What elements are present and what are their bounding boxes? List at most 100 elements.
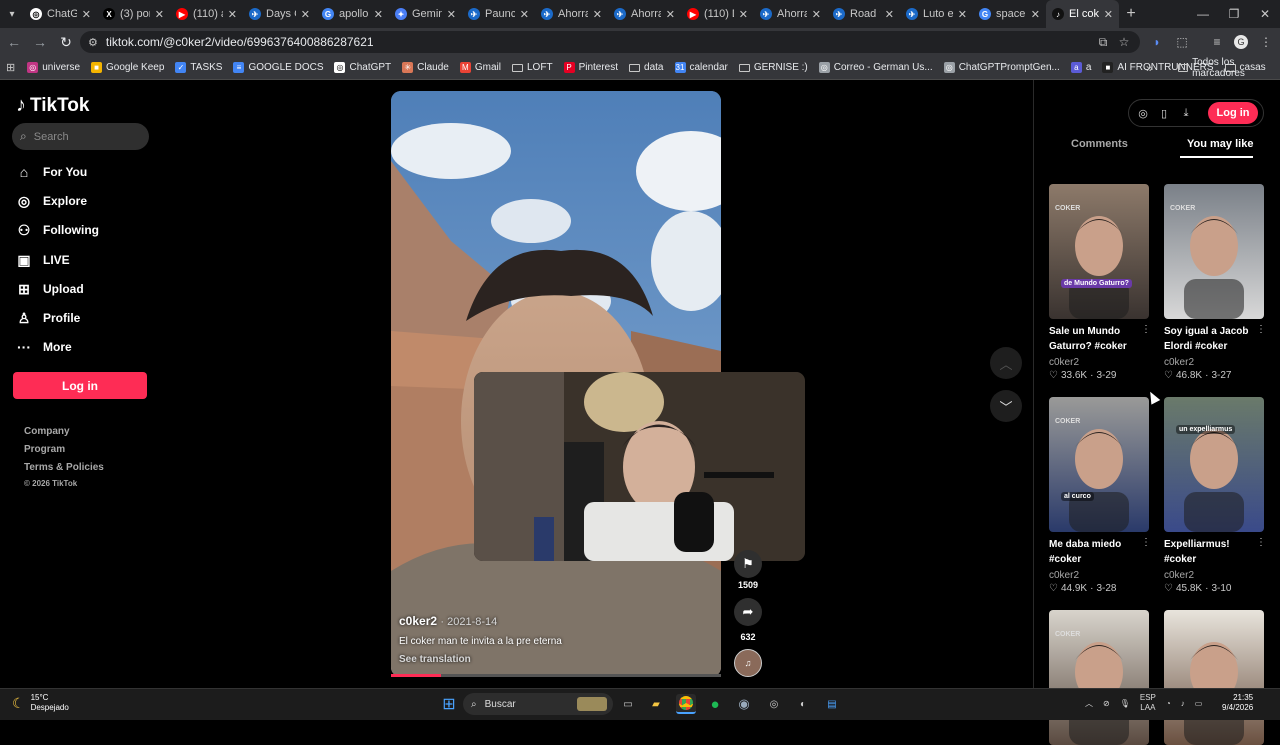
volume-icon[interactable]: ♪: [1181, 699, 1185, 708]
close-tab-icon[interactable]: ✕: [812, 8, 821, 21]
close-tab-icon[interactable]: ✕: [1104, 8, 1113, 21]
card-more-icon[interactable]: ⋮: [1256, 324, 1266, 335]
browser-tab[interactable]: ✈ Road 9 ✕: [827, 0, 900, 28]
video-thumbnail[interactable]: COKER de Mundo Gaturro?: [1049, 184, 1149, 319]
browser-tab[interactable]: Gspace c ✕: [973, 0, 1046, 28]
card-title[interactable]: Sale un Mundo Gaturro? #coker: [1049, 324, 1144, 354]
bookmark-item[interactable]: GERNISE :): [738, 62, 808, 73]
bookmark-item[interactable]: LOFT: [512, 62, 553, 73]
card-more-icon[interactable]: ⋮: [1141, 324, 1151, 335]
video-thumbnail[interactable]: COKER al curco: [1049, 397, 1149, 532]
battery-icon[interactable]: ▭: [1195, 699, 1203, 708]
wifi-icon[interactable]: ◔: [1166, 699, 1171, 708]
back-arrow-icon[interactable]: ←: [2, 30, 26, 54]
browser-tab[interactable]: ✈ Paunch ✕: [462, 0, 535, 28]
browser-tab[interactable]: X (3) pon ✕: [97, 0, 170, 28]
footer-program-link[interactable]: Program: [24, 444, 65, 455]
close-tab-icon[interactable]: ✕: [374, 8, 383, 21]
taskbar-clock[interactable]: 21:35 9/4/2026: [1222, 693, 1253, 713]
close-tab-icon[interactable]: ✕: [520, 8, 529, 21]
sidebar-item-live[interactable]: ▣ LIVE: [16, 252, 69, 268]
browser-tab[interactable]: ✦ Gemini ✕: [389, 0, 462, 28]
card-author[interactable]: c0ker2: [1164, 570, 1194, 581]
bookmark-item[interactable]: P Pinterest: [563, 62, 618, 73]
network-off-icon[interactable]: ⊘: [1103, 699, 1110, 708]
close-tab-icon[interactable]: ✕: [958, 8, 967, 21]
footer-company-link[interactable]: Company: [24, 426, 70, 437]
close-tab-icon[interactable]: ✕: [885, 8, 894, 21]
install-app-icon[interactable]: ⧉: [1093, 32, 1113, 52]
video-thumbnail[interactable]: [1164, 610, 1264, 745]
url-field[interactable]: ⚙ tiktok.com/@c0ker2/video/6996376400886…: [80, 31, 1140, 53]
footer-terms-link[interactable]: Terms & Policies: [24, 462, 104, 473]
bookmark-item[interactable]: 31 calendar: [674, 62, 728, 73]
bookmark-item[interactable]: data: [629, 62, 664, 73]
file-explorer-icon[interactable]: ▰: [646, 694, 666, 714]
browser-tab[interactable]: ✈ Days G ✕: [243, 0, 316, 28]
chevron-up-icon[interactable]: ︿: [1085, 698, 1093, 709]
card-more-icon[interactable]: ⋮: [1141, 537, 1151, 548]
forward-arrow-icon[interactable]: →: [28, 30, 52, 54]
browser-tab[interactable]: ✈ Ahorra ✕: [608, 0, 681, 28]
start-windows-icon[interactable]: ⊞: [439, 694, 459, 714]
bookmark-item[interactable]: ✓ TASKS: [175, 62, 222, 73]
site-info-icon[interactable]: ⚙: [88, 36, 98, 49]
search-input[interactable]: ⌕ Search: [12, 123, 149, 150]
new-tab-button[interactable]: +: [1119, 5, 1143, 23]
bookmark-item[interactable]: ✳ Claude: [402, 62, 449, 73]
save-button[interactable]: ⚑: [734, 550, 762, 578]
taskbar-search[interactable]: ⌕ Buscar: [463, 693, 613, 715]
panel-login-button[interactable]: Log in: [1208, 102, 1258, 124]
tab-you-may-like[interactable]: You may like: [1187, 138, 1253, 150]
sidebar-item-for-you[interactable]: ⌂ For You: [16, 164, 87, 180]
copilot-icon[interactable]: ◐: [793, 694, 813, 714]
browser-tab[interactable]: ◎ ChatGPT ✕: [24, 0, 97, 28]
card-title[interactable]: Soy igual a Jacob Elordi #coker: [1164, 324, 1259, 354]
close-tab-icon[interactable]: ✕: [82, 8, 91, 21]
close-tab-icon[interactable]: ✕: [301, 8, 310, 21]
chatgpt-app-icon[interactable]: ◎: [764, 694, 784, 714]
device-icon[interactable]: ▯: [1154, 103, 1174, 123]
video-progress-bar[interactable]: [391, 674, 721, 677]
apps-grid-icon[interactable]: ⊞: [6, 61, 15, 74]
browser-menu-icon[interactable]: ⋮: [1256, 32, 1276, 52]
download-icon[interactable]: ⤓: [1176, 103, 1196, 123]
sound-avatar[interactable]: ♫: [734, 649, 762, 677]
tab-comments[interactable]: Comments: [1071, 138, 1128, 150]
tab-search-chevron-icon[interactable]: ▾: [0, 0, 24, 28]
browser-tab[interactable]: ✈ Ahorra ✕: [535, 0, 608, 28]
bookmark-item[interactable]: ◎ ChatGPTPromptGen...: [943, 62, 1060, 73]
profile-avatar-icon[interactable]: G: [1231, 32, 1251, 52]
task-view-icon[interactable]: ▭: [618, 694, 638, 714]
card-author[interactable]: c0ker2: [1049, 357, 1079, 368]
close-tab-icon[interactable]: ✕: [1031, 8, 1040, 21]
close-tab-icon[interactable]: ✕: [739, 8, 748, 21]
bookmark-item[interactable]: ◎ ChatGPT: [334, 62, 391, 73]
see-translation-link[interactable]: See translation: [399, 654, 471, 665]
close-window-icon[interactable]: ✕: [1248, 0, 1280, 28]
browser-tab[interactable]: ♪ El cok ✕: [1046, 0, 1119, 28]
spotify-icon[interactable]: ●: [705, 694, 725, 714]
explore-compass-icon[interactable]: ◎: [1133, 103, 1153, 123]
media-control-icon[interactable]: ≡: [1207, 32, 1227, 52]
video-author[interactable]: c0ker2 · 2021-8-14: [399, 614, 497, 628]
bookmark-item[interactable]: aa: [1070, 62, 1091, 73]
sidebar-login-button[interactable]: Log in: [13, 372, 147, 399]
sidebar-item-more[interactable]: ··· More: [16, 339, 72, 355]
bookmark-item[interactable]: ◎ universe: [27, 62, 80, 73]
card-title[interactable]: Me daba miedo #coker: [1049, 537, 1144, 567]
card-author[interactable]: c0ker2: [1049, 570, 1079, 581]
tiktok-logo[interactable]: ♪ TikTok: [16, 94, 89, 117]
browser-tab[interactable]: ✈ Ahorra ✕: [754, 0, 827, 28]
microphone-icon[interactable]: 🎙: [1120, 699, 1130, 708]
browser-tab[interactable]: ▶ (110) D ✕: [681, 0, 754, 28]
bookmark-item[interactable]: ◎ Correo - German Us...: [818, 62, 933, 73]
sidebar-item-profile[interactable]: ♙ Profile: [16, 310, 81, 326]
bookmarks-more-button[interactable]: »: [1146, 61, 1153, 75]
minimize-icon[interactable]: —: [1186, 0, 1220, 28]
close-tab-icon[interactable]: ✕: [666, 8, 675, 21]
card-title[interactable]: Expelliarmus! #coker: [1164, 537, 1259, 567]
previous-video-button[interactable]: ︿: [990, 347, 1022, 379]
card-more-icon[interactable]: ⋮: [1256, 537, 1266, 548]
bookmark-star-icon[interactable]: ☆: [1114, 32, 1134, 52]
